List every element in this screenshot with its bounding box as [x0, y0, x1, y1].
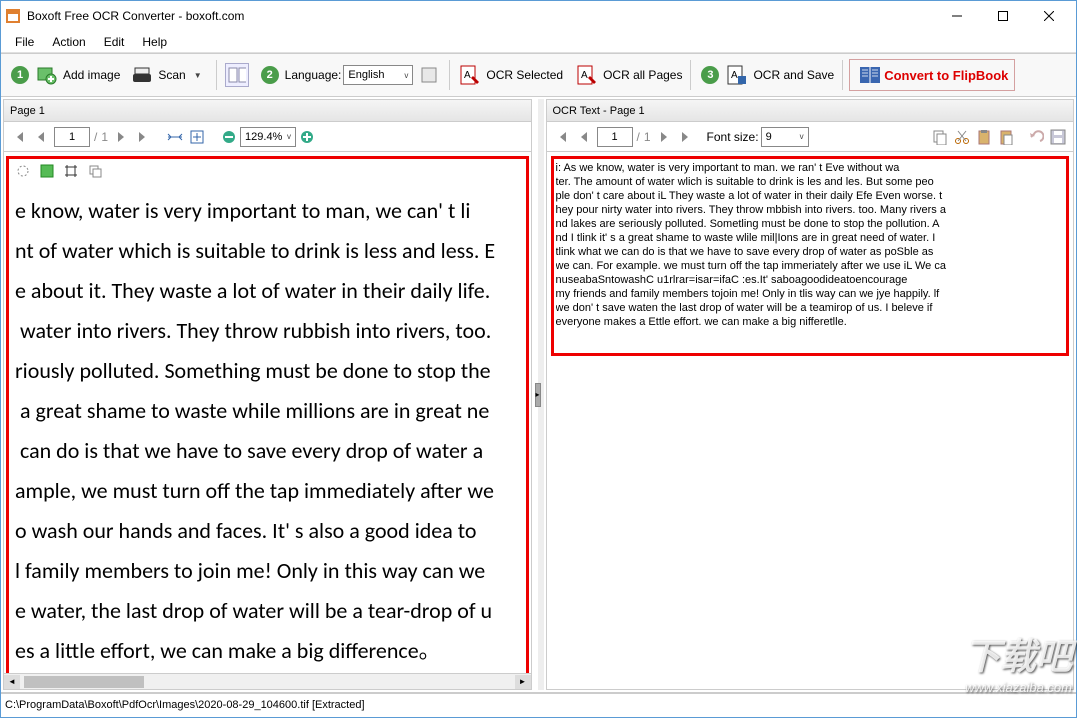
close-button[interactable]: [1026, 1, 1072, 31]
ocr-selected-label[interactable]: OCR Selected: [486, 68, 563, 82]
source-image-text: e know, water is very important to man, …: [9, 183, 526, 673]
zoom-in-icon[interactable]: [298, 128, 316, 146]
image-pane-tab[interactable]: Page 1: [4, 100, 531, 122]
clipboard-icon[interactable]: [975, 128, 993, 146]
menu-bar: File Action Edit Help: [1, 31, 1076, 53]
watermark-small: www.xiazaiba.com: [964, 680, 1072, 695]
prev-page-icon[interactable]: [32, 128, 50, 146]
page-total: 1: [101, 130, 108, 144]
save-text-icon[interactable]: [1049, 128, 1067, 146]
text-page-number-input[interactable]: [597, 127, 633, 147]
image-pane: Page 1 / 1 129.4%v: [3, 99, 532, 690]
undo-icon[interactable]: [1027, 128, 1045, 146]
svg-text:A: A: [581, 70, 588, 81]
scan-label[interactable]: Scan: [158, 68, 185, 82]
zoom-select[interactable]: 129.4%v: [240, 127, 296, 147]
cut-icon[interactable]: [953, 128, 971, 146]
flipbook-label: Convert to FlipBook: [884, 68, 1008, 83]
text-pane: OCR Text - Page 1 / 1 Font size: 9v i: A…: [546, 99, 1075, 690]
ocr-all-label[interactable]: OCR all Pages: [603, 68, 682, 82]
ocr-save-icon[interactable]: A: [725, 63, 749, 87]
last-page-icon[interactable]: [134, 128, 152, 146]
app-icon: [5, 8, 21, 24]
text-last-page-icon[interactable]: [677, 128, 695, 146]
copy-icon[interactable]: [931, 128, 949, 146]
font-size-select[interactable]: 9v: [761, 127, 809, 147]
scan-icon[interactable]: [130, 63, 154, 87]
status-bar: C:\ProgramData\Boxoft\PdfOcr\Images\2020…: [1, 693, 1076, 715]
language-select[interactable]: Englishv: [343, 65, 413, 85]
scan-dropdown-arrow[interactable]: ▼: [194, 71, 202, 80]
image-viewport[interactable]: e know, water is very important to man, …: [4, 152, 531, 673]
language-apply-icon[interactable]: [417, 63, 441, 87]
split-container: Page 1 / 1 129.4%v: [1, 97, 1076, 693]
text-page-sep: /: [637, 130, 640, 144]
text-pane-toolbar: / 1 Font size: 9v: [547, 122, 1074, 152]
page-sep: /: [94, 130, 97, 144]
page-number-input[interactable]: [54, 127, 90, 147]
text-pane-tab[interactable]: OCR Text - Page 1: [547, 100, 1074, 122]
selection-mini-toolbar: [9, 159, 526, 183]
image-pane-toolbar: / 1 129.4%v: [4, 122, 531, 152]
step-1-badge: 1: [11, 66, 29, 84]
layout-icon[interactable]: [225, 63, 249, 87]
add-image-icon[interactable]: [35, 63, 59, 87]
image-selection-box: e know, water is very important to man, …: [6, 156, 529, 673]
font-size-label: Font size:: [707, 130, 759, 144]
ocr-save-label[interactable]: OCR and Save: [753, 68, 834, 82]
main-toolbar: 1 Add image Scan ▼ 2 Language: Englishv …: [1, 53, 1076, 97]
loading-icon[interactable]: [13, 161, 33, 181]
menu-action[interactable]: Action: [44, 35, 93, 49]
first-page-icon[interactable]: [10, 128, 28, 146]
text-first-page-icon[interactable]: [553, 128, 571, 146]
flipbook-icon: [858, 63, 882, 87]
watermark-big: 下载吧: [964, 628, 1072, 680]
convert-flipbook-button[interactable]: Convert to FlipBook: [849, 59, 1015, 91]
select-all-icon[interactable]: [37, 161, 57, 181]
text-prev-page-icon[interactable]: [575, 128, 593, 146]
step-3-badge: 3: [701, 66, 719, 84]
text-next-page-icon[interactable]: [655, 128, 673, 146]
menu-edit[interactable]: Edit: [96, 35, 133, 49]
text-selection-box: i: As we know, water is very important t…: [551, 156, 1070, 356]
fit-page-icon[interactable]: [188, 128, 206, 146]
svg-text:A: A: [731, 70, 738, 81]
next-page-icon[interactable]: [112, 128, 130, 146]
menu-help[interactable]: Help: [134, 35, 175, 49]
ocr-all-icon[interactable]: A: [575, 63, 599, 87]
titlebar: Boxoft Free OCR Converter - boxoft.com: [1, 1, 1076, 31]
crop-icon[interactable]: [61, 161, 81, 181]
ocr-selected-icon[interactable]: A: [458, 63, 482, 87]
ocr-result-text[interactable]: i: As we know, water is very important t…: [556, 161, 1065, 329]
text-viewport[interactable]: i: As we know, water is very important t…: [547, 152, 1074, 689]
status-path: C:\ProgramData\Boxoft\PdfOcr\Images\2020…: [5, 699, 365, 711]
watermark: 下载吧 www.xiazaiba.com: [964, 628, 1072, 695]
fit-width-icon[interactable]: [166, 128, 184, 146]
minimize-button[interactable]: [934, 1, 980, 31]
step-2-badge: 2: [261, 66, 279, 84]
paste-icon[interactable]: [997, 128, 1015, 146]
splitter-handle[interactable]: ▸: [538, 99, 544, 690]
copy-selection-icon[interactable]: [85, 161, 105, 181]
image-h-scrollbar[interactable]: ◄►: [4, 673, 531, 689]
add-image-label[interactable]: Add image: [63, 68, 120, 82]
language-label: Language:: [285, 68, 342, 82]
maximize-button[interactable]: [980, 1, 1026, 31]
menu-file[interactable]: File: [7, 35, 42, 49]
svg-text:A: A: [464, 70, 471, 81]
text-page-total: 1: [644, 130, 651, 144]
splitter-arrow-icon[interactable]: ▸: [535, 383, 541, 407]
window-title: Boxoft Free OCR Converter - boxoft.com: [27, 9, 934, 23]
zoom-out-icon[interactable]: [220, 128, 238, 146]
